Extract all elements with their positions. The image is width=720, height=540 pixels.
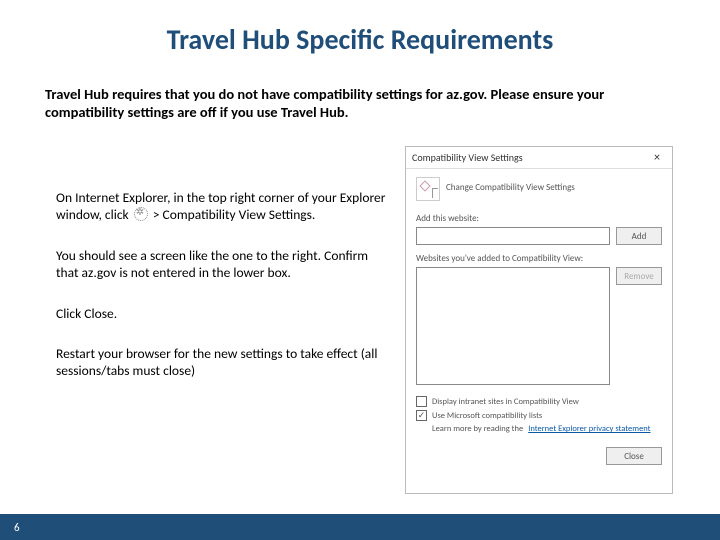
footer-bar: 6 [0, 514, 720, 540]
added-list-label: Websites you've added to Compatibility V… [416, 253, 610, 264]
close-button[interactable]: Close [606, 447, 662, 465]
intranet-checkbox[interactable] [416, 396, 427, 407]
step-2: You should see a screen like the one to … [56, 248, 386, 282]
ms-lists-checkbox-label: Use Microsoft compatibility lists [432, 411, 542, 421]
dialog-header-text: Change Compatibility View Settings [446, 177, 575, 193]
step-3: Click Close. [56, 306, 386, 323]
compat-icon [416, 177, 440, 201]
step-1-text-b: > Compatibility View Settings. [150, 206, 316, 223]
dialog-title-text: Compatibility View Settings [412, 151, 523, 164]
add-website-input[interactable] [416, 227, 610, 245]
privacy-link[interactable]: Internet Explorer privacy statement [528, 424, 650, 434]
lead-paragraph: Travel Hub requires that you do not have… [45, 85, 625, 121]
gear-icon [134, 207, 148, 221]
ms-lists-checkbox[interactable]: ✓ [416, 410, 427, 421]
step-1: On Internet Explorer, in the top right c… [56, 190, 386, 224]
page-title: Travel Hub Specific Requirements [0, 22, 720, 57]
remove-button[interactable]: Remove [616, 267, 662, 285]
step-4: Restart your browser for the new setting… [56, 346, 386, 380]
intranet-checkbox-label: Display intranet sites in Compatibility … [432, 397, 579, 407]
add-website-label: Add this website: [416, 213, 662, 224]
dialog-titlebar: Compatibility View Settings × [406, 147, 672, 169]
close-icon[interactable]: × [648, 149, 666, 167]
page-number: 6 [14, 521, 20, 534]
learn-more-text: Learn more by reading the [432, 424, 523, 434]
instruction-steps: On Internet Explorer, in the top right c… [56, 190, 386, 404]
added-websites-list[interactable] [416, 267, 610, 385]
compat-view-dialog: Compatibility View Settings × Change Com… [405, 146, 673, 494]
add-button[interactable]: Add [616, 227, 662, 245]
